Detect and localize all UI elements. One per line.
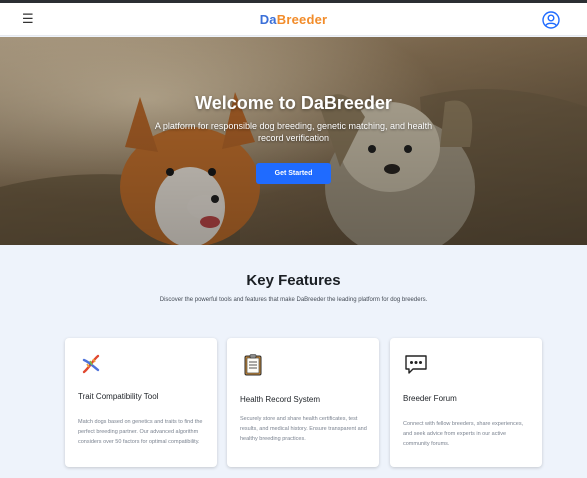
hero-title: Welcome to DaBreeder: [195, 93, 392, 113]
dna-icon: [82, 354, 100, 374]
navbar: ☰ DaBreeder: [0, 3, 587, 36]
logo[interactable]: DaBreeder: [0, 12, 587, 27]
feature-card-breeder-forum[interactable]: Breeder Forum Connect with fellow breede…: [390, 338, 542, 467]
feature-card-health-record[interactable]: Health Record System Securely store and …: [227, 338, 379, 467]
card-title: Trait Compatibility Tool: [78, 392, 159, 401]
card-description: Securely store and share health certific…: [240, 416, 367, 442]
user-circle-icon[interactable]: [542, 11, 560, 29]
logo-part-da: Da: [259, 12, 277, 27]
card-description: Connect with fellow breeders, share expe…: [403, 421, 524, 447]
logo-part-breeder: Breeder: [276, 12, 328, 27]
card-title: Breeder Forum: [403, 394, 457, 403]
speech-bubble-icon: [405, 355, 427, 374]
features-title: Key Features: [246, 272, 341, 289]
clipboard-icon: [244, 354, 262, 376]
features-subtitle: Discover the powerful tools and features…: [159, 297, 428, 303]
feature-card-trait-compatibility[interactable]: Trait Compatibility Tool Match dogs base…: [65, 338, 217, 467]
hero-section: Welcome to DaBreeder A platform for resp…: [0, 37, 587, 245]
card-description: Match dogs based on genetics and traits …: [78, 419, 203, 445]
hero-subtitle: A platform for responsible dog breeding,…: [154, 121, 433, 143]
card-title: Health Record System: [240, 395, 321, 404]
get-started-button[interactable]: Get Started: [256, 163, 331, 184]
